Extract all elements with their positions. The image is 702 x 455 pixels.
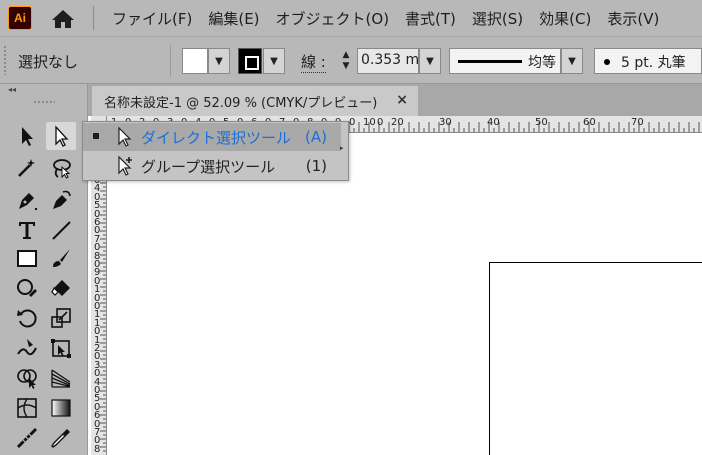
flyout-item-label: グループ選択ツール — [141, 157, 276, 176]
lasso-tool-icon[interactable] — [46, 154, 76, 182]
rotate-tool-icon[interactable] — [12, 304, 42, 332]
tearoff-arrow-icon[interactable]: ▸ — [340, 144, 347, 158]
tools-panel-grip[interactable] — [33, 100, 55, 104]
vertical-ruler[interactable]: 10203040506070809010011012030405060708 — [91, 133, 107, 455]
flyout-item-group-selection[interactable]: グループ選択ツール (1) — [83, 152, 341, 180]
ruler-label: 8 — [94, 443, 101, 455]
document-tab-bar: 名称未設定-1 @ 52.09 % (CMYK/プレビュー) × — [88, 84, 702, 116]
brush-definition-select[interactable]: 5 pt. 丸筆 — [594, 48, 702, 74]
ruler-label: 60 — [583, 117, 596, 128]
document-title: 名称未設定-1 @ 52.09 % (CMYK/プレビュー) — [104, 95, 378, 111]
selection-tool-icon[interactable] — [12, 122, 42, 150]
chevron-down-icon: ▼ — [270, 55, 278, 67]
menu-type[interactable]: 書式(T) — [405, 8, 456, 29]
chevron-down-icon: ▼ — [215, 55, 223, 67]
paintbrush-tool-icon[interactable] — [46, 244, 76, 272]
flyout-item-shortcut: (1) — [305, 157, 327, 175]
type-tool-icon[interactable] — [12, 216, 42, 244]
pen-tool-icon[interactable] — [12, 186, 42, 214]
flyout-item-label: ダイレクト選択ツール — [141, 128, 292, 147]
group-selection-tool-icon — [118, 155, 132, 176]
warp-tool-icon[interactable] — [12, 334, 42, 362]
ruler-label: 0 — [377, 117, 384, 128]
scale-tool-icon[interactable] — [46, 304, 76, 332]
chevron-down-icon: ▼ — [568, 55, 576, 67]
gradient-tool-icon[interactable] — [46, 394, 76, 422]
menu-effect[interactable]: 効果(C) — [539, 8, 591, 29]
selection-status: 選択なし — [18, 53, 79, 71]
chevron-down-icon: ▼ — [426, 55, 434, 67]
menu-separator — [93, 6, 94, 30]
stroke-weight-dropdown-button[interactable]: ▼ — [419, 48, 441, 74]
profile-label: 均等 — [528, 55, 556, 71]
line-segment-tool-icon[interactable] — [46, 216, 76, 244]
artboard[interactable] — [489, 262, 702, 455]
direct-selection-flyout: ダイレクト選択ツール (A) グループ選択ツール (1) ▸ — [82, 121, 349, 181]
ruler-label: 10 — [363, 117, 376, 128]
shaper-tool-icon[interactable] — [12, 274, 42, 302]
control-separator — [170, 45, 171, 77]
stroke-label[interactable]: 線 : — [301, 51, 326, 73]
ruler-label: 50 — [535, 117, 548, 128]
curvature-tool-icon[interactable] — [46, 186, 76, 214]
rectangle-tool-icon[interactable] — [12, 244, 42, 272]
menu-object[interactable]: オブジェクト(O) — [276, 8, 390, 29]
control-bar-grip[interactable] — [3, 45, 7, 75]
profile-dropdown-button[interactable]: ▼ — [561, 48, 583, 74]
control-bar: 選択なし ▼ ▼ 線 : ▲ ▼ 0.353 mm ▼ 均等 ▼ 5 pt. 丸… — [0, 36, 702, 84]
menu-file[interactable]: ファイル(F) — [112, 8, 192, 29]
magic-wand-tool-icon[interactable] — [12, 154, 42, 182]
stroke-weight-stepper[interactable]: ▲ ▼ — [336, 48, 356, 74]
chevron-up-icon[interactable]: ▲ — [343, 50, 350, 61]
ruler-label: 40 — [487, 117, 500, 128]
chevron-down-icon[interactable]: ▼ — [343, 61, 350, 72]
eyedropper-tool-icon[interactable] — [46, 424, 76, 452]
direct-selection-tool-icon — [118, 126, 132, 147]
tools-panel: ◂◂ — [0, 84, 88, 455]
free-transform-tool-icon[interactable] — [46, 334, 76, 362]
menu-view[interactable]: 表示(V) — [607, 8, 659, 29]
eraser-tool-icon[interactable] — [46, 274, 76, 302]
brush-label: 5 pt. 丸筆 — [621, 55, 686, 71]
fill-dropdown-button[interactable]: ▼ — [208, 48, 230, 74]
fill-color-swatch[interactable] — [182, 48, 208, 74]
shape-builder-tool-icon[interactable] — [12, 364, 42, 392]
flyout-item-shortcut: (A) — [305, 128, 327, 146]
brush-dot-icon — [604, 59, 610, 65]
ruler-label: 20 — [391, 117, 404, 128]
mesh-tool-icon[interactable] — [12, 394, 42, 422]
main-menu: ファイル(F) 編集(E) オブジェクト(O) 書式(T) 選択(S) 効果(C… — [112, 0, 675, 36]
direct-selection-tool-icon[interactable] — [46, 122, 76, 150]
variable-width-profile-select[interactable]: 均等 — [449, 48, 561, 74]
stroke-color-swatch[interactable] — [238, 48, 262, 74]
menu-bar: Ai ファイル(F) 編集(E) オブジェクト(O) 書式(T) 選択(S) 効… — [0, 0, 702, 36]
illustrator-logo: Ai — [8, 6, 32, 30]
perspective-grid-tool-icon[interactable] — [46, 364, 76, 392]
document-tab[interactable]: 名称未設定-1 @ 52.09 % (CMYK/プレビュー) × — [92, 86, 418, 116]
ruler-label: 30 — [439, 117, 452, 128]
ruler-label: 0 — [349, 117, 356, 128]
stroke-dropdown-button[interactable]: ▼ — [263, 48, 285, 74]
stroke-weight-input[interactable]: 0.353 mm — [357, 48, 419, 74]
current-tool-bullet — [93, 133, 99, 139]
uniform-profile-preview — [458, 60, 522, 63]
menu-edit[interactable]: 編集(E) — [208, 8, 259, 29]
flyout-item-direct-selection[interactable]: ダイレクト選択ツール (A) — [83, 123, 341, 151]
home-icon[interactable] — [50, 8, 76, 30]
menu-select[interactable]: 選択(S) — [472, 8, 523, 29]
ruler-label: 70 — [631, 117, 644, 128]
collapse-panel-icon[interactable]: ◂◂ — [8, 85, 16, 94]
measure-tool-icon[interactable] — [12, 424, 42, 452]
close-icon[interactable]: × — [396, 92, 408, 108]
